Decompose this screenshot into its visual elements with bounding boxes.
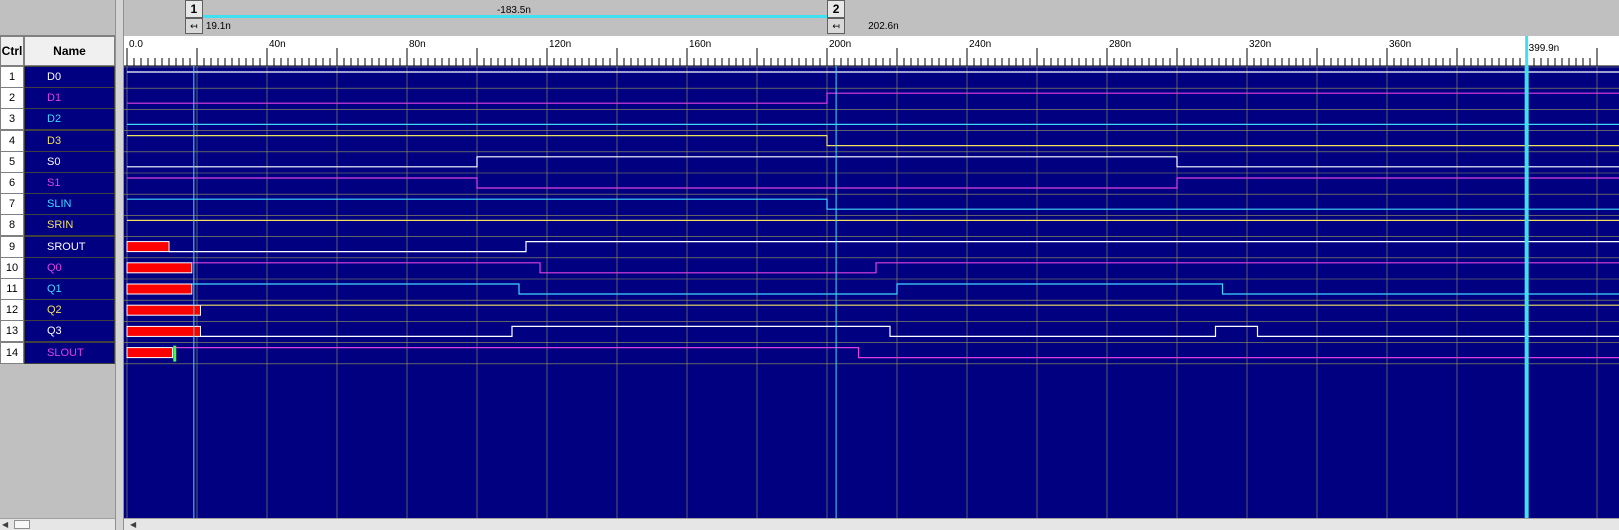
ruler-label: 80n: [409, 39, 426, 50]
cursor-2-drag-handle-icon[interactable]: ↤: [827, 18, 846, 34]
unknown-state-block: [126, 304, 201, 316]
cursor-1-time-label: 19.1n: [205, 21, 231, 32]
scroll-left-arrow-icon[interactable]: ◀: [2, 520, 8, 529]
signal-name-srout[interactable]: SROUT: [24, 235, 115, 258]
name-column-header[interactable]: Name: [24, 36, 115, 66]
signal-name-d0[interactable]: D0: [24, 66, 115, 88]
ctrl-cell[interactable]: 2: [0, 87, 24, 110]
ctrl-cell[interactable]: 6: [0, 172, 24, 194]
waveform-d3: [127, 134, 1619, 147]
waveform-d1: [127, 92, 1619, 104]
signal-name-slout[interactable]: SLOUT: [24, 341, 115, 364]
waveform-horizontal-scrollbar[interactable]: ◀: [124, 518, 1619, 530]
ctrl-cell[interactable]: 5: [0, 150, 24, 173]
signal-name-d1[interactable]: D1: [24, 87, 115, 110]
ruler-label: 320n: [1249, 39, 1271, 50]
waveform-srout: [169, 241, 1619, 253]
waveform-s1: [127, 177, 1619, 189]
signal-name-q2[interactable]: Q2: [24, 299, 115, 322]
waveform-slout: [172, 347, 1619, 359]
scroll-left-arrow-icon[interactable]: ◀: [130, 520, 136, 529]
signal-name-srin[interactable]: SRIN: [24, 214, 115, 237]
ctrl-column-header[interactable]: Ctrl: [0, 36, 24, 66]
signal-name-q1[interactable]: Q1: [24, 278, 115, 300]
ctrl-cell[interactable]: 14: [0, 341, 24, 364]
cursor-bar: -183.5n 1 ↤ 19.1n 2 ↤ 202.6n: [124, 0, 1619, 36]
end-time-label: 399.9n: [1529, 43, 1560, 54]
ctrl-cell[interactable]: 8: [0, 214, 24, 237]
ctrl-cell[interactable]: 1: [0, 66, 24, 88]
ctrl-cell[interactable]: 9: [0, 235, 24, 258]
time-ruler[interactable]: 0.0 40n 80n 120n 160n 200n 240n 280n 320n 360n 399…: [124, 36, 1619, 66]
waveform-q3: [200, 325, 1619, 337]
waveform-s0: [127, 156, 1619, 168]
ruler-label: 280n: [1109, 39, 1131, 50]
waveform-canvas[interactable]: [124, 66, 1619, 518]
cursor-2-time-label: 202.6n: [868, 21, 899, 32]
ctrl-cell[interactable]: 12: [0, 299, 24, 322]
ctrl-cell[interactable]: 3: [0, 108, 24, 131]
ruler-label: 0.0: [129, 39, 143, 50]
ruler-label: 40n: [269, 39, 286, 50]
cursor-delta-label: -183.5n: [496, 5, 531, 16]
unknown-state-block: [126, 262, 193, 274]
unknown-state-block: [126, 347, 173, 359]
waveform-q1: [191, 283, 1619, 295]
ctrl-cell[interactable]: 13: [0, 320, 24, 343]
waveform-q0: [191, 262, 1619, 274]
signal-name-d2[interactable]: D2: [24, 108, 115, 131]
name-pane-scrollbar[interactable]: ◀: [0, 518, 115, 530]
time-ruler-ticks: 0.0 40n 80n 120n 160n 200n 240n 280n 320n 360n 399…: [126, 36, 1598, 66]
signal-name-slin[interactable]: SLIN: [24, 193, 115, 216]
ruler-label: 200n: [829, 39, 851, 50]
signal-name-q0[interactable]: Q0: [24, 256, 115, 279]
unknown-state-block: [126, 283, 193, 295]
signal-list-empty-area: [0, 378, 115, 518]
ctrl-cell[interactable]: 7: [0, 193, 24, 216]
cursor-1-drag-handle-icon[interactable]: ↤: [184, 18, 203, 34]
signal-name-d3[interactable]: D3: [24, 129, 115, 152]
signal-name-q3[interactable]: Q3: [24, 320, 115, 343]
cursor-2-marker[interactable]: 2: [827, 0, 846, 18]
left-toolbar-spacer: [0, 0, 115, 36]
cursor-1-marker[interactable]: 1: [184, 0, 203, 18]
unknown-state-block: [126, 241, 170, 253]
name-pane-scroll-thumb[interactable]: [14, 520, 30, 529]
ctrl-cell[interactable]: 11: [0, 278, 24, 300]
signal-name-s0[interactable]: S0: [24, 150, 115, 173]
signal-name-s1[interactable]: S1: [24, 172, 115, 194]
ruler-label: 240n: [969, 39, 991, 50]
ctrl-cell[interactable]: 4: [0, 129, 24, 152]
pane-splitter[interactable]: [115, 0, 124, 530]
waveform-slin: [127, 198, 1619, 210]
unknown-state-block: [126, 325, 201, 337]
ruler-label: 160n: [689, 39, 711, 50]
ruler-label: 120n: [549, 39, 571, 50]
waveform-display[interactable]: [124, 66, 1619, 518]
ctrl-cell[interactable]: 10: [0, 256, 24, 279]
glitch-marker: [173, 345, 177, 362]
ruler-label: 360n: [1389, 39, 1411, 50]
